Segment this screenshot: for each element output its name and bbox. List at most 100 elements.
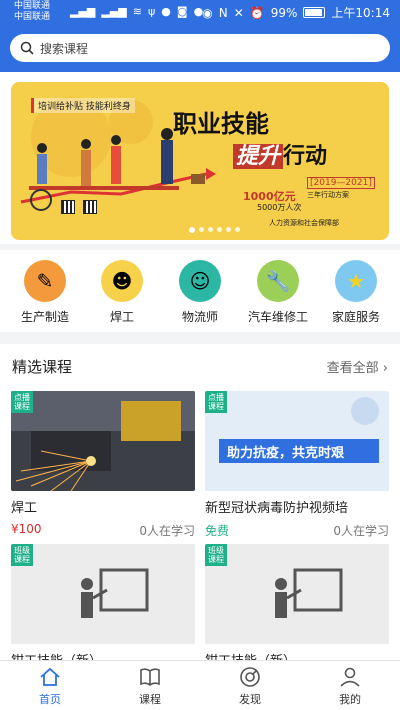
tab-discover[interactable]: 发现 [220, 665, 280, 707]
category-item[interactable]: ☻ 焊工 [82, 260, 162, 325]
course-title: 焊工 [11, 501, 38, 516]
banner-year: [2019—2021] [307, 177, 375, 189]
view-all-label: 查看全部 [326, 361, 379, 376]
search-icon [20, 41, 34, 55]
course-price: ¥100 [11, 522, 42, 536]
category-label: 汽车维修工 [247, 310, 308, 324]
usb-icon: ψ [148, 5, 156, 18]
tab-label: 我的 [339, 693, 361, 706]
banner-title-line2: 提升 行动 [233, 138, 327, 170]
eye-icon: ◉ [202, 5, 213, 20]
carousel-dot[interactable] [189, 227, 195, 233]
wifi-icon: ≋ [132, 5, 142, 18]
banner-title-highlight: 提升 [233, 144, 284, 169]
wrench-icon: 🔧 [257, 260, 299, 302]
course-price: 免费 [205, 524, 230, 538]
banner-tagline: 培训给补贴 技能利终身 [31, 98, 135, 113]
course-thumbnail: 班级课程 [205, 544, 389, 644]
category-item[interactable]: ★ 家庭服务 [316, 260, 396, 325]
teacher-board-icon [81, 568, 149, 618]
tab-label: 首页 [39, 693, 61, 706]
tab-courses[interactable]: 课程 [120, 665, 180, 707]
carousel-dot[interactable] [208, 227, 213, 232]
course-learners: 0人在学习 [139, 524, 195, 538]
logistics-person-icon: ☺ [179, 260, 221, 302]
status-icons: ▂▄▆ ▂▄▆ ≋ ψ ● ◙ ● [70, 5, 203, 19]
carousel-dot[interactable] [235, 227, 240, 232]
tab-label: 课程 [139, 693, 161, 706]
tab-label: 发现 [239, 693, 261, 706]
battery-icon [303, 7, 326, 18]
course-card[interactable]: 助力抗疫，共克时艰 点播课程 新型冠状病毒防护视频培 免费 0人在学习 [205, 391, 389, 539]
user-icon [340, 667, 360, 687]
banner-section: 培训给补贴 技能利终身 职业技能 提升 行动 [2019—2021] 1000亿元… [0, 72, 400, 244]
battery-percent: 99% [270, 5, 298, 20]
carousel-dots [189, 227, 240, 233]
category-label: 焊工 [109, 310, 134, 324]
category-label: 生产制造 [20, 310, 69, 324]
banner-people: 5000万人次 [257, 203, 302, 212]
course-meta: 免费 0人在学习 [205, 522, 389, 539]
promo-banner[interactable]: 培训给补贴 技能利终身 职业技能 提升 行动 [2019—2021] 1000亿元… [11, 82, 389, 240]
virus-poster-image [205, 391, 389, 491]
category-item[interactable]: ✎ 生产制造 [5, 260, 85, 325]
course-card[interactable]: 班级课程 钳工技能（新） [205, 544, 389, 660]
teacher-board-icon [275, 568, 343, 618]
course-card[interactable]: 点播课程 焊工 ¥100 0人在学习 [11, 391, 195, 539]
book-icon [140, 668, 160, 686]
app-header: 中国联通 中国联通 ▂▄▆ ▂▄▆ ≋ ψ ● ◙ ● ◉ N ✕ ⏰ 99% … [0, 0, 400, 72]
category-item[interactable]: ☺ 物流师 [160, 260, 240, 325]
course-thumbnail: 助力抗疫，共克时艰 点播课程 [205, 391, 389, 491]
status-bar: 中国联通 中国联通 ▂▄▆ ▂▄▆ ≋ ψ ● ◙ ● ◉ N ✕ ⏰ 99% … [0, 0, 400, 26]
course-learners: 0人在学习 [333, 524, 389, 538]
alarm-icon: ⏰ [249, 5, 265, 20]
home-icon [40, 667, 60, 686]
course-type-badge: 点播课程 [11, 391, 33, 413]
category-item[interactable]: 🔧 汽车维修工 [238, 260, 318, 325]
course-title: 钳工技能（新） [11, 650, 195, 660]
course-thumbnail: 班级课程 [11, 544, 195, 644]
view-all-link[interactable]: 查看全部 › [327, 357, 388, 376]
bottom-tab-bar: 首页 课程 发现 我的 [0, 660, 400, 710]
star-icon: ★ [335, 260, 377, 302]
welding-sparks-image [11, 391, 195, 491]
course-type-badge: 点播课程 [205, 391, 227, 413]
carrier-info: 中国联通 中国联通 [14, 1, 50, 23]
search-placeholder: 搜索课程 [40, 41, 89, 56]
banner-title-rest: 行动 [283, 144, 328, 169]
course-thumbnail: 点播课程 [11, 391, 195, 491]
signal-icon: ▂▄▆ [70, 5, 96, 18]
section-title: 精选课程 [12, 358, 73, 376]
course-type-badge: 班级课程 [11, 544, 33, 566]
course-type-badge: 班级课程 [205, 544, 227, 566]
pencil-ruler-icon: ✎ [24, 260, 66, 302]
qr-code-2 [83, 200, 97, 214]
carousel-dot[interactable] [217, 227, 222, 232]
status-right: ◉ N ✕ ⏰ 99% 上午10:14 [202, 4, 390, 21]
mute-icon: ✕ [233, 5, 244, 20]
qr-code-1 [61, 200, 75, 214]
signal-icon-2: ▂▄▆ [101, 5, 127, 18]
course-title: 钳工技能（新） [205, 650, 389, 660]
chevron-right-icon: › [382, 361, 388, 376]
category-label: 物流师 [181, 310, 218, 324]
carrier-2: 中国联通 [14, 12, 51, 22]
chat-icon: ● [161, 5, 171, 18]
course-meta: ¥100 0人在学习 [11, 522, 195, 539]
carousel-dot[interactable] [226, 227, 231, 232]
nfc-icon: N [218, 5, 228, 20]
carousel-dot[interactable] [199, 227, 204, 232]
app-notify-icon: ◙ [176, 5, 188, 18]
carrier-1: 中国联通 [14, 1, 51, 11]
tab-home[interactable]: 首页 [20, 665, 80, 707]
tab-profile[interactable]: 我的 [320, 665, 380, 707]
clock: 上午10:14 [331, 6, 390, 20]
discover-icon [240, 667, 260, 687]
search-bar[interactable]: 搜索课程 [10, 34, 390, 62]
poster-slogan: 助力抗疫，共克时艰 [227, 446, 345, 461]
category-label: 家庭服务 [331, 310, 380, 324]
banner-title-line1: 职业技能 [173, 109, 269, 138]
banner-ministry: 人力资源和社会保障部 [269, 219, 339, 227]
category-row: ✎ 生产制造 ☻ 焊工 ☺ 物流师 🔧 汽车维修工 ★ 家庭服务 [0, 250, 400, 332]
course-card[interactable]: 班级课程 钳工技能（新） [11, 544, 195, 660]
